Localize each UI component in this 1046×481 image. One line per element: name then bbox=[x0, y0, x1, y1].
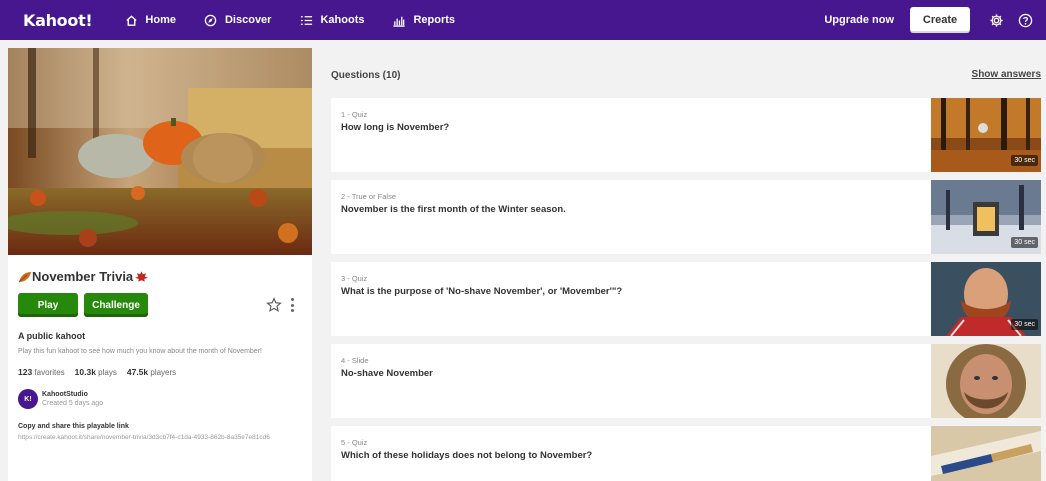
leaf-icon bbox=[18, 271, 32, 283]
challenge-button[interactable]: Challenge bbox=[84, 293, 148, 317]
creator-text: KahootStudio Created 5 days ago bbox=[42, 391, 103, 407]
nav-reports[interactable]: Reports bbox=[392, 13, 455, 27]
question-thumbnail bbox=[931, 344, 1041, 418]
question-text: No-shave November bbox=[341, 368, 433, 379]
kahoot-stats: 123 favorites 10.3k plays 47.5k players bbox=[18, 367, 312, 377]
question-type: 3 - Quiz bbox=[341, 274, 368, 283]
create-button[interactable]: Create bbox=[910, 7, 970, 33]
nav-kahoots[interactable]: Kahoots bbox=[299, 13, 364, 27]
question-thumbnail: 30 sec bbox=[931, 180, 1041, 254]
question-thumbnail: 30 sec bbox=[931, 98, 1041, 172]
maple-leaf-icon bbox=[135, 270, 149, 283]
time-limit-badge: 30 sec bbox=[1011, 237, 1038, 248]
nav-discover-label: Discover bbox=[224, 14, 272, 26]
question-thumbnail: 30 sec bbox=[931, 262, 1041, 336]
play-button[interactable]: Play bbox=[18, 293, 78, 317]
settings-icon[interactable] bbox=[988, 12, 1004, 28]
nav-kahoots-label: Kahoots bbox=[320, 14, 365, 26]
created-date: Created 5 days ago bbox=[42, 400, 104, 407]
kahoot-details-panel: November Trivia Play Challenge A public … bbox=[8, 48, 312, 481]
visibility-label: A public kahoot bbox=[18, 331, 86, 341]
questions-heading: Questions (10) bbox=[331, 70, 401, 81]
list-icon bbox=[299, 13, 313, 27]
creator-name[interactable]: KahootStudio bbox=[42, 391, 103, 398]
question-card[interactable]: 1 - Quiz How long is November? 30 sec bbox=[331, 98, 1041, 172]
home-icon bbox=[124, 13, 138, 27]
question-text: What is the purpose of 'No-shave Novembe… bbox=[341, 286, 623, 297]
players-stat: 47.5k players bbox=[126, 367, 177, 377]
nav-discover[interactable]: Discover bbox=[204, 13, 271, 27]
show-answers-link[interactable]: Show answers bbox=[972, 69, 1041, 80]
bar-chart-icon bbox=[392, 13, 406, 27]
question-card[interactable]: 3 - Quiz What is the purpose of 'No-shav… bbox=[331, 262, 1041, 336]
avatar[interactable]: K! bbox=[18, 389, 38, 409]
compass-icon bbox=[204, 13, 218, 27]
question-card[interactable]: 2 - True or False November is the first … bbox=[331, 180, 1041, 254]
plays-stat: 10.3k plays bbox=[74, 367, 117, 377]
question-text: Which of these holidays does not belong … bbox=[341, 450, 593, 461]
kahoot-title: November Trivia bbox=[32, 269, 134, 284]
question-card[interactable]: 4 - Slide No-shave November bbox=[331, 344, 1041, 418]
top-navigation-bar: Kahoot! Home Discover Kahoots Reports Up… bbox=[0, 0, 1046, 40]
question-type: 4 - Slide bbox=[341, 356, 369, 365]
creator-info[interactable]: K! KahootStudio Created 5 days ago bbox=[18, 389, 312, 409]
question-text: November is the first month of the Winte… bbox=[341, 204, 566, 215]
kahoot-title-row: November Trivia bbox=[18, 269, 312, 284]
upgrade-now-link[interactable]: Upgrade now bbox=[824, 14, 894, 26]
share-link[interactable]: https://create.kahoot.it/share/november-… bbox=[18, 433, 288, 442]
action-buttons: Play Challenge bbox=[18, 293, 312, 317]
favorites-stat: 123 favorites bbox=[18, 367, 65, 377]
help-icon[interactable] bbox=[1017, 12, 1033, 28]
question-card[interactable]: 5 - Quiz Which of these holidays does no… bbox=[331, 426, 1041, 481]
question-text: How long is November? bbox=[341, 122, 450, 133]
question-type: 5 - Quiz bbox=[341, 438, 368, 447]
nav-home-label: Home bbox=[145, 14, 176, 26]
question-type: 2 - True or False bbox=[341, 192, 397, 201]
more-options-icon[interactable] bbox=[290, 298, 294, 312]
question-thumbnail bbox=[931, 426, 1041, 481]
nav-reports-label: Reports bbox=[413, 14, 456, 26]
cover-image bbox=[8, 48, 312, 255]
time-limit-badge: 30 sec bbox=[1011, 155, 1038, 166]
question-type: 1 - Quiz bbox=[341, 110, 368, 119]
share-heading: Copy and share this playable link bbox=[18, 423, 129, 430]
star-icon[interactable] bbox=[266, 297, 282, 313]
nav-home[interactable]: Home bbox=[124, 13, 176, 27]
kahoot-logo[interactable]: Kahoot! bbox=[23, 11, 93, 30]
kahoot-description: Play this fun kahoot to see how much you… bbox=[18, 348, 262, 355]
time-limit-badge: 30 sec bbox=[1011, 319, 1038, 330]
